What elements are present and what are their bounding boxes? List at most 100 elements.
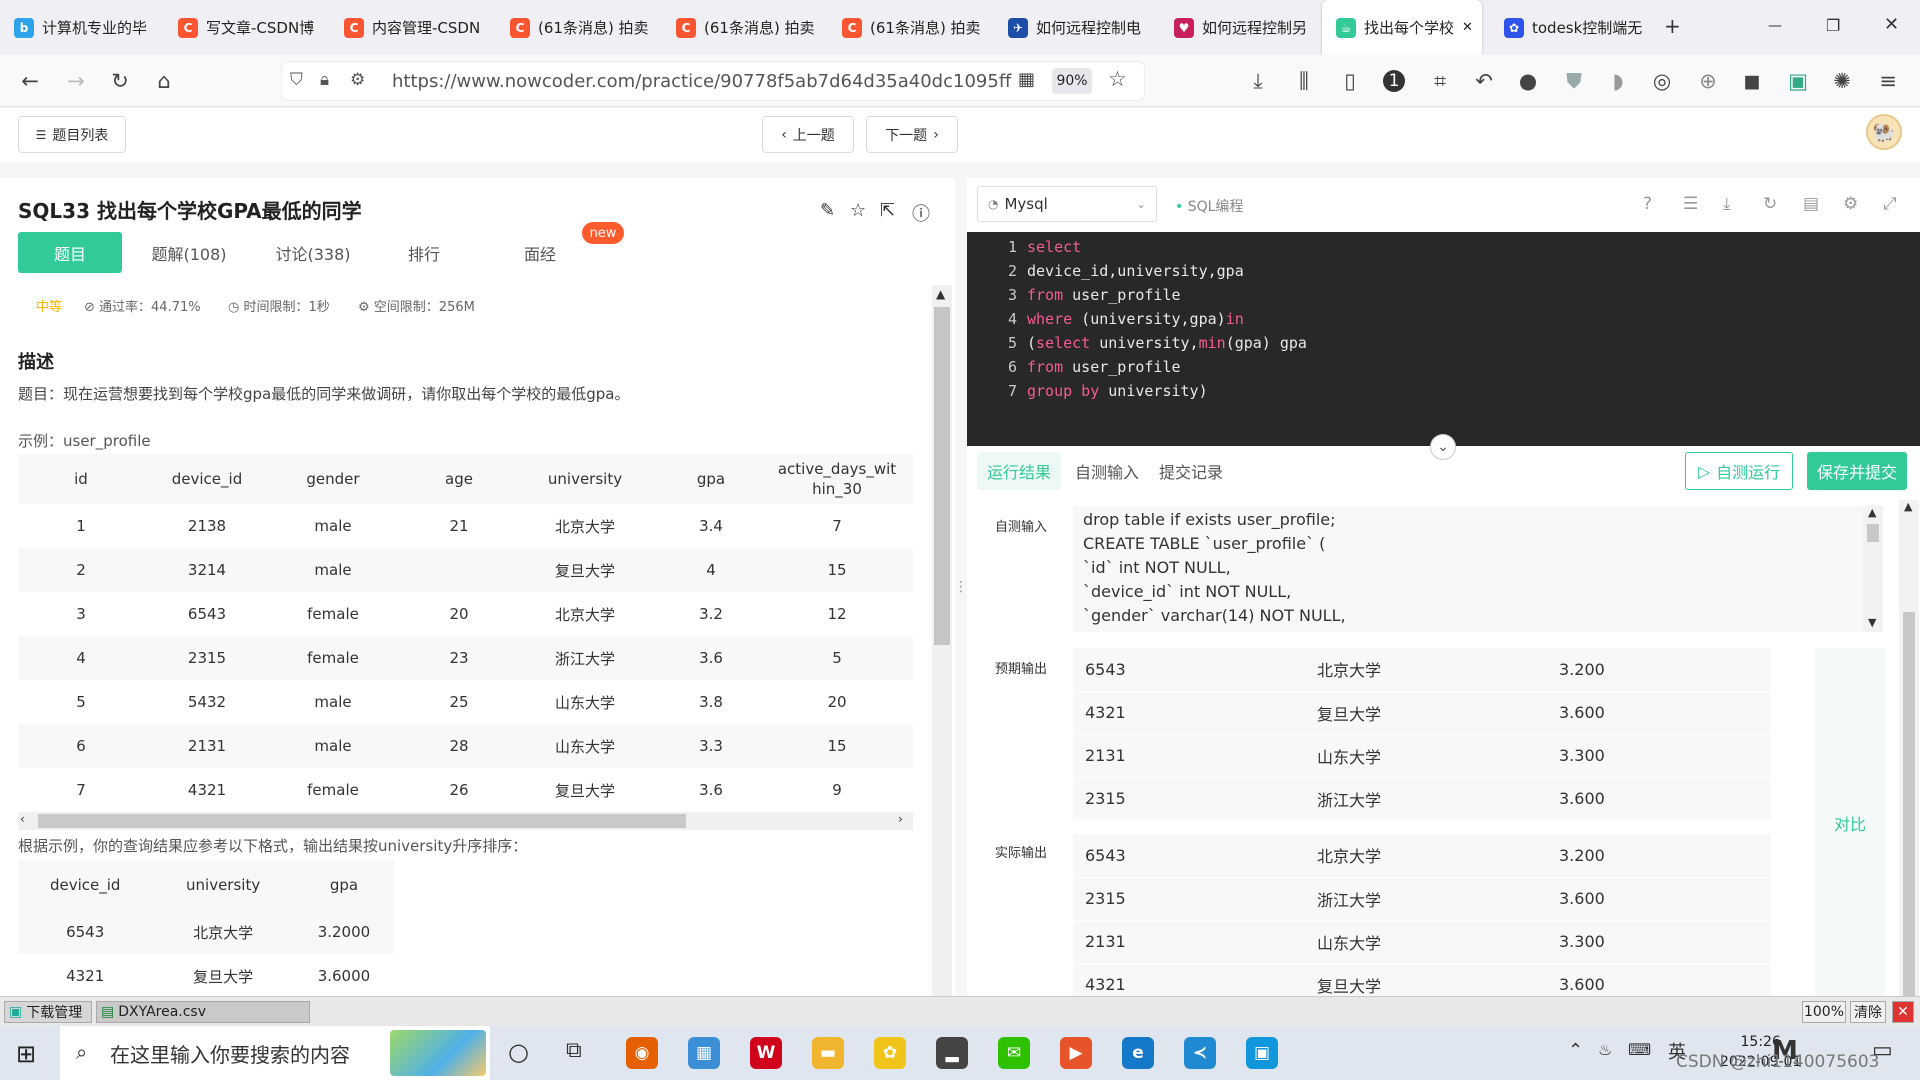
- download-zoom[interactable]: 100%: [1802, 1001, 1846, 1023]
- close-tab-icon[interactable]: ✕: [1462, 20, 1473, 35]
- self-test-run-button[interactable]: ▷ 自测运行: [1685, 452, 1793, 490]
- browser-tab[interactable]: C (61条消息) 拍卖: [662, 0, 820, 55]
- task-view-icon[interactable]: ⧉: [566, 1038, 582, 1063]
- horizontal-scroll-thumb[interactable]: [38, 814, 686, 828]
- tab-solutions[interactable]: 题解(108): [130, 232, 248, 273]
- scroll-left-icon[interactable]: ‹: [20, 812, 25, 826]
- library-icon[interactable]: ⫼: [1290, 67, 1318, 95]
- back-icon[interactable]: ←: [16, 67, 44, 95]
- todesk-icon[interactable]: ▣: [1246, 1037, 1278, 1069]
- restore-icon[interactable]: ❐: [1826, 16, 1840, 35]
- evernote-icon[interactable]: ▣: [1784, 67, 1812, 95]
- globe-icon[interactable]: ⊕: [1694, 67, 1722, 95]
- settings-gear-icon[interactable]: ⚙: [1843, 194, 1858, 214]
- browser-tab[interactable]: C (61条消息) 拍卖: [496, 0, 654, 55]
- vscode-icon[interactable]: ≺: [1184, 1037, 1216, 1069]
- new-tab-icon[interactable]: +: [1664, 14, 1681, 38]
- tab-interview[interactable]: 面经: [500, 232, 580, 273]
- extension-icon[interactable]: ●: [1514, 67, 1542, 95]
- download-icon[interactable]: ⤓: [1244, 67, 1272, 95]
- browser-tab[interactable]: ✿ todesk控制端无: [1490, 0, 1650, 55]
- zoom-level[interactable]: 90%: [1052, 68, 1092, 94]
- windows-start-icon[interactable]: ⊞: [16, 1040, 36, 1068]
- browser-tab[interactable]: ☕ 找出每个学校 ✕: [1322, 0, 1482, 55]
- scroll-down-icon[interactable]: ▼: [1868, 616, 1876, 629]
- lock-icon[interactable]: 🔒︎: [320, 70, 329, 90]
- language-select[interactable]: ◔ Mysql ⌄: [977, 186, 1157, 222]
- fullscreen-icon[interactable]: ⤢: [1883, 194, 1897, 214]
- report-icon[interactable]: ⓘ: [912, 200, 930, 226]
- file-manager-icon[interactable]: ▦: [688, 1037, 720, 1069]
- chatgpt-icon[interactable]: ✺: [1828, 67, 1856, 95]
- share-icon[interactable]: ⇱: [880, 200, 895, 221]
- foxit-icon[interactable]: ▶: [1060, 1037, 1092, 1069]
- sync-icon[interactable]: ◎: [1648, 67, 1676, 95]
- keyboard-icon[interactable]: ▤: [1803, 194, 1819, 214]
- browser-tab[interactable]: C (61条消息) 拍卖: [828, 0, 986, 55]
- list-view-icon[interactable]: ☰: [1683, 194, 1698, 214]
- vertical-scroll-thumb[interactable]: [934, 307, 950, 645]
- scroll-right-icon[interactable]: ›: [898, 812, 903, 826]
- clear-downloads-button[interactable]: 清除: [1850, 1001, 1886, 1023]
- run-tab-self-input[interactable]: 自测输入: [1067, 452, 1147, 490]
- tray-chevron-icon[interactable]: ⌃: [1568, 1040, 1583, 1061]
- edge-icon[interactable]: e: [1122, 1037, 1154, 1069]
- ghostery-icon[interactable]: ◗: [1604, 67, 1632, 95]
- scroll-up-icon[interactable]: ▲: [1904, 500, 1912, 513]
- undo-icon[interactable]: ↶: [1470, 67, 1498, 95]
- shield-icon[interactable]: ⛉: [290, 70, 303, 90]
- permissions-icon[interactable]: ⚙: [350, 70, 365, 90]
- panel-resize-handle[interactable]: ⋮: [954, 178, 968, 996]
- car-icon[interactable]: ▂: [936, 1037, 968, 1069]
- menu-icon[interactable]: ≡: [1874, 67, 1902, 95]
- home-icon[interactable]: ⌂: [150, 67, 178, 95]
- question-list-button[interactable]: ☰ 题目列表: [18, 116, 126, 153]
- next-question-button[interactable]: 下一题 ›: [866, 116, 958, 153]
- download-code-icon[interactable]: ⤓: [1723, 194, 1731, 214]
- tab-discussion[interactable]: 讨论(338): [254, 232, 372, 273]
- crop-icon[interactable]: ⌗: [1426, 67, 1454, 95]
- reload-icon[interactable]: ↻: [106, 67, 134, 95]
- vertical-scrollbar[interactable]: ▲: [932, 285, 952, 996]
- cortana-icon[interactable]: ○: [508, 1038, 529, 1066]
- game-icon[interactable]: ◼: [1738, 67, 1766, 95]
- wps-icon[interactable]: W: [750, 1037, 782, 1069]
- run-tab-result[interactable]: 运行结果: [977, 452, 1061, 490]
- browser-tab[interactable]: b 计算机专业的毕: [0, 0, 156, 55]
- scroll-up-icon[interactable]: ▲: [936, 287, 945, 301]
- run-tab-history[interactable]: 提交记录: [1151, 452, 1231, 490]
- firefox-icon[interactable]: ◉: [626, 1037, 658, 1069]
- forward-icon[interactable]: →: [62, 67, 90, 95]
- input-scroll-thumb[interactable]: [1867, 524, 1879, 542]
- self-input-textarea[interactable]: drop table if exists user_profile; CREATE…: [1073, 506, 1863, 632]
- shield-ext-icon[interactable]: ⛊: [1560, 67, 1588, 95]
- download-manager-button[interactable]: ▣ 下载管理: [4, 1001, 92, 1023]
- browser-tab[interactable]: ✈ 如何远程控制电: [994, 0, 1152, 55]
- compare-button[interactable]: 对比: [1815, 648, 1885, 998]
- close-window-icon[interactable]: ✕: [1884, 14, 1899, 35]
- edit-icon[interactable]: ✎: [820, 200, 835, 221]
- close-downloads-icon[interactable]: ✕: [1892, 1001, 1914, 1023]
- scroll-up-icon[interactable]: ▲: [1868, 506, 1876, 519]
- url-text[interactable]: https://www.nowcoder.com/practice/90778f…: [392, 71, 1012, 92]
- browser-tab[interactable]: C 写文章-CSDN博: [164, 0, 322, 55]
- qr-code-icon[interactable]: ▦: [1018, 69, 1035, 90]
- horizontal-scrollbar[interactable]: ‹ ›: [18, 812, 913, 830]
- tab-problem[interactable]: 题目: [18, 232, 122, 273]
- download-file-item[interactable]: ▤ DXYArea.csv: [96, 1001, 310, 1023]
- minimize-icon[interactable]: —: [1768, 18, 1782, 34]
- qq-icon[interactable]: ✿: [874, 1037, 906, 1069]
- onepassword-icon[interactable]: 1: [1383, 70, 1405, 92]
- reset-icon[interactable]: ↻: [1763, 194, 1777, 214]
- wechat-icon[interactable]: ✉: [998, 1037, 1030, 1069]
- browser-tab[interactable]: ♥ 如何远程控制另: [1160, 0, 1314, 55]
- folder-icon[interactable]: ▬: [812, 1037, 844, 1069]
- help-icon[interactable]: ?: [1643, 194, 1652, 214]
- keyboard-tray-icon[interactable]: ⌨: [1628, 1040, 1651, 1059]
- tab-ranking[interactable]: 排行: [384, 232, 464, 273]
- save-submit-button[interactable]: 保存并提交: [1807, 452, 1907, 490]
- avatar[interactable]: 🐏: [1866, 114, 1902, 150]
- prev-question-button[interactable]: ‹ 上一题: [762, 116, 854, 153]
- output-scroll-thumb[interactable]: [1903, 612, 1915, 996]
- code-editor[interactable]: 1 select 2 device_id,university,gpa 3 from us…: [967, 232, 1920, 446]
